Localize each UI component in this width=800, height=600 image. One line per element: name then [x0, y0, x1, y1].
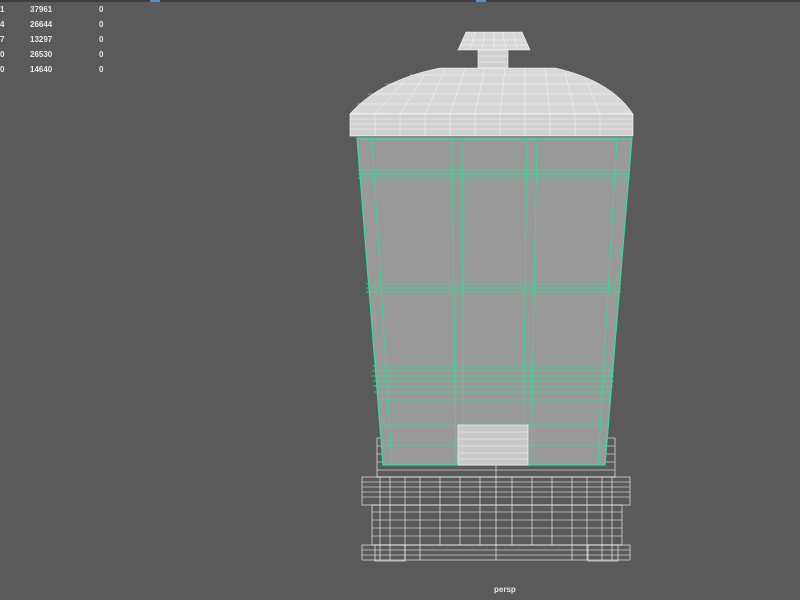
wireframe-model-viewport[interactable]: [0, 0, 800, 600]
lid-rim: [349, 113, 634, 137]
model-body-selected[interactable]: [356, 137, 633, 466]
lid-knob-stem: [477, 49, 509, 69]
model-lid[interactable]: [349, 31, 634, 137]
body-fill: [356, 137, 633, 466]
base-middle-block: [371, 504, 623, 546]
base-foot-right: [587, 544, 619, 562]
camera-name-label: persp: [494, 585, 516, 594]
